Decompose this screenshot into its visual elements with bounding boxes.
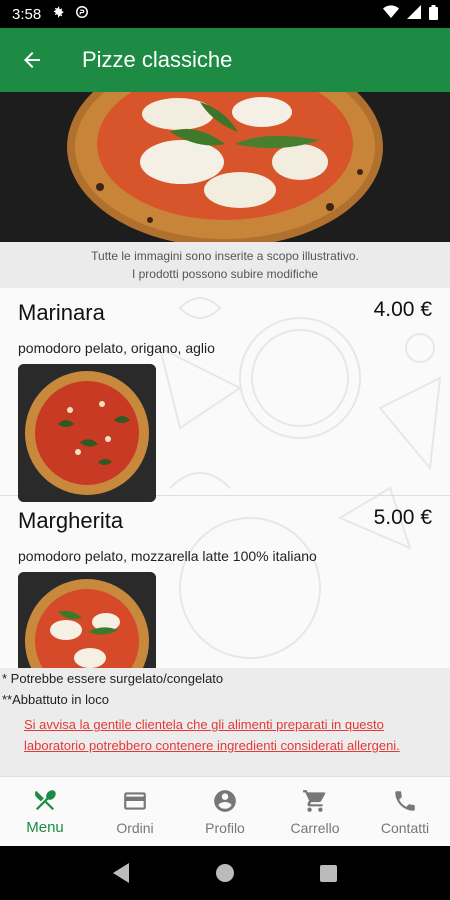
fork-spoon-icon (34, 790, 56, 811)
nav-profile-label: Profilo (205, 819, 245, 836)
hero-pizza-image (0, 92, 450, 242)
product-name: Marinara (18, 300, 105, 325)
status-time: 3:58 (12, 5, 42, 23)
nav-profile[interactable]: Profilo (180, 777, 270, 846)
blast-chilled-note: **Abbattuto in loco (2, 692, 109, 707)
frozen-note: * Potrebbe essere surgelato/congelato (2, 671, 224, 686)
nav-orders[interactable]: Ordini (90, 777, 180, 846)
system-back-icon[interactable] (112, 863, 131, 883)
system-navigation-bar (0, 846, 450, 900)
nav-cart-label: Carrello (290, 819, 340, 836)
product-description: pomodoro pelato, mozzarella latte 100% i… (18, 548, 317, 564)
nav-menu[interactable]: Menu (0, 777, 90, 846)
allergen-warning-link[interactable]: Si avvisa la gentile clientela che gli a… (24, 714, 424, 756)
bottom-navigation: Menu Ordini Profilo Carrello Contatti (0, 776, 450, 846)
product-image[interactable] (18, 572, 156, 668)
account-icon (214, 789, 236, 812)
footer-notes: * Potrebbe essere surgelato/congelato **… (0, 668, 450, 776)
data-saver-icon (75, 5, 89, 23)
product-description: pomodoro pelato, origano, aglio (18, 340, 215, 356)
system-home-icon[interactable] (216, 864, 235, 882)
product-name: Margherita (18, 508, 124, 533)
system-recents-icon[interactable] (320, 864, 338, 882)
nav-orders-label: Ordini (116, 819, 154, 836)
product-list[interactable]: Marinara 4.00 € pomodoro pelato, origano… (0, 288, 450, 668)
app-bar: Pizze classiche (0, 28, 450, 92)
product-card[interactable]: Marinara 4.00 € pomodoro pelato, origano… (0, 288, 450, 502)
back-button[interactable] (0, 28, 64, 92)
cart-icon (303, 789, 326, 812)
notice-line-1: Tutte le immagini sono inserite a scopo … (91, 249, 359, 263)
nav-cart[interactable]: Carrello (270, 777, 360, 846)
product-image[interactable] (18, 364, 156, 502)
product-card[interactable]: Margherita 5.00 € pomodoro pelato, mozza… (0, 496, 450, 668)
settings-icon (51, 5, 65, 23)
illustrative-notice: Tutte le immagini sono inserite a scopo … (0, 242, 450, 288)
notice-line-2: I prodotti possono subire modifiche (131, 267, 319, 281)
nav-menu-label: Menu (26, 819, 64, 836)
nav-contacts-label: Contatti (380, 819, 430, 836)
product-price: 4.00 € (373, 298, 432, 321)
page-title: Pizze classiche (82, 47, 233, 72)
status-bar: 3:58 (0, 0, 450, 28)
signal-icon (407, 5, 421, 23)
phone-icon (395, 790, 415, 811)
nav-contacts[interactable]: Contatti (360, 777, 450, 846)
card-icon (124, 791, 146, 810)
arrow-back-icon (24, 52, 40, 68)
battery-icon (429, 4, 438, 24)
wifi-icon (383, 5, 399, 23)
product-price: 5.00 € (373, 506, 432, 529)
